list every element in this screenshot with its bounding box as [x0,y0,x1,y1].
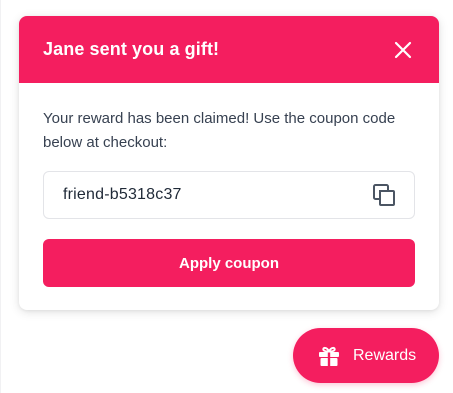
copy-icon [373,184,395,206]
modal-title: Jane sent you a gift! [43,39,220,59]
coupon-code-field[interactable]: friend-b5318c37 [43,171,415,219]
modal-header: Jane sent you a gift! [19,16,439,83]
copy-button[interactable] [372,183,396,207]
reward-message: Your reward has been claimed! Use the co… [43,110,396,151]
page: Jane sent you a gift! Your reward has be… [0,0,453,393]
rewards-modal: Jane sent you a gift! Your reward has be… [19,16,439,310]
rewards-launcher-button[interactable]: Rewards [293,328,439,383]
close-icon [394,41,412,58]
rewards-label: Rewards [353,346,417,364]
close-button[interactable] [393,40,413,60]
gift-icon [317,344,341,368]
modal-body: Your reward has been claimed! Use the co… [19,83,439,287]
page-edge-divider [0,0,1,393]
apply-coupon-button[interactable]: Apply coupon [43,239,415,287]
coupon-code: friend-b5318c37 [63,186,182,203]
